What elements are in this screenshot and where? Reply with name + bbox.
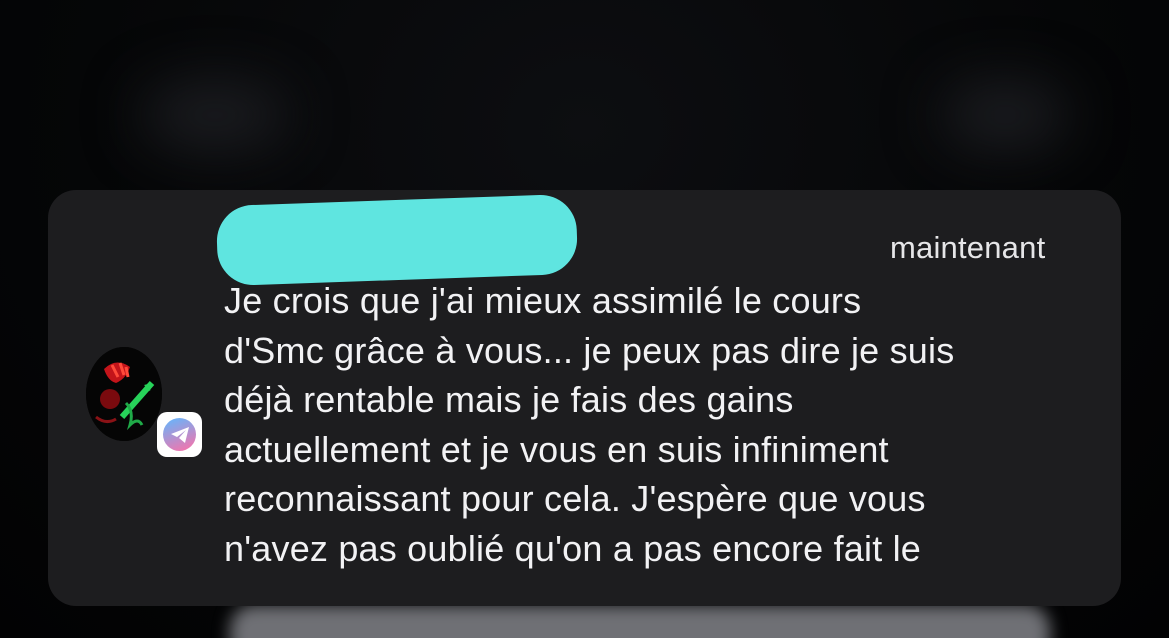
avatar-image	[86, 347, 162, 441]
telegram-app-badge	[157, 412, 202, 457]
background-blur-left	[140, 80, 290, 150]
next-notification-edge[interactable]	[230, 605, 1050, 638]
paper-plane-icon	[170, 426, 189, 443]
telegram-icon	[163, 418, 196, 451]
lock-screen: maintenant Je crois que j'ai mieux assim…	[0, 0, 1169, 638]
sender-name-redacted	[215, 193, 579, 287]
notification-timestamp: maintenant	[890, 230, 1046, 265]
sender-avatar	[86, 347, 162, 441]
notification-message: Je crois que j'ai mieux assimilé le cour…	[224, 280, 955, 569]
background-blur-right	[940, 80, 1070, 150]
